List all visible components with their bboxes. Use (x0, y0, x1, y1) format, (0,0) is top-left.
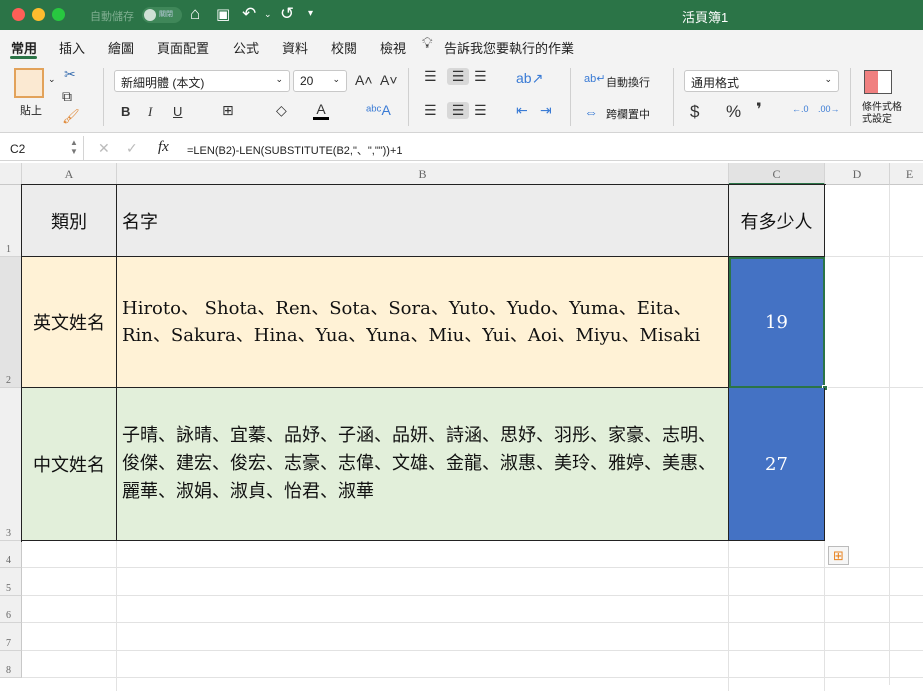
title-bar: 自動儲存 關閉 ⌂ ▣ ↶ ⌄ ↺ ▾ 活頁簿1 (0, 0, 923, 30)
enter-icon[interactable]: ✓ (126, 140, 138, 157)
cell-a2[interactable]: 英文姓名 (22, 257, 117, 388)
comma-style-button[interactable]: ❜ (756, 100, 762, 120)
cell-b3[interactable]: 子晴、詠晴、宜蓁、品妤、子涵、品妍、詩涵、思妤、羽彤、家豪、志明、俊傑、建宏、俊… (117, 388, 729, 541)
cell-a3[interactable]: 中文姓名 (22, 388, 117, 541)
spreadsheet-grid[interactable]: A B C D E 1 2 3 4 5 6 7 8 類別 名字 有多少人 英文姓… (0, 163, 923, 691)
redo-icon[interactable]: ↺ (280, 4, 294, 24)
tab-data[interactable]: 資料 (282, 38, 308, 57)
row-header-8[interactable]: 8 (0, 651, 22, 678)
cell-c1[interactable]: 有多少人 (729, 185, 825, 257)
ribbon-tabs: 常用 插入 繪圖 頁面配置 公式 資料 校閱 檢視 💡︎ 告訴我您要執行的作業 (0, 30, 923, 60)
lightbulb-icon: 💡︎ (422, 35, 433, 52)
increase-indent-icon[interactable]: ⇥ (540, 102, 552, 119)
maximize-window-button[interactable] (52, 8, 65, 21)
decrease-indent-icon[interactable]: ⇤ (516, 102, 528, 119)
tab-formulas[interactable]: 公式 (233, 38, 259, 57)
format-painter-icon[interactable]: 🖌︎ (62, 108, 80, 125)
underline-button[interactable]: U (173, 104, 182, 119)
cell-c3[interactable]: 27 (729, 388, 825, 541)
row-header-7[interactable]: 7 (0, 623, 22, 651)
increase-font-size-icon[interactable]: A˄ (355, 72, 373, 88)
ribbon: ⌄ 貼上 ✂ ⧉ 🖌︎ 新細明體 (本文) ⌄ 20 ⌄ A˄ A˅ B I U ⊞… (0, 60, 923, 133)
column-header-a[interactable]: A (22, 163, 117, 185)
tab-page-layout[interactable]: 頁面配置 (157, 38, 209, 57)
cancel-icon[interactable]: ✕ (98, 140, 110, 157)
insert-function-button[interactable]: fx (158, 139, 169, 156)
cut-icon[interactable]: ✂ (64, 66, 76, 83)
paste-icon[interactable] (14, 68, 44, 98)
autosave-toggle[interactable]: 關閉 (142, 7, 182, 23)
row-header-1[interactable]: 1 (0, 185, 22, 257)
column-header-c[interactable]: C (729, 163, 825, 185)
tab-draw[interactable]: 繪圖 (108, 38, 134, 57)
name-box[interactable]: C2 ▲ ▼ (0, 136, 84, 160)
row-header-2[interactable]: 2 (0, 257, 22, 388)
minimize-window-button[interactable] (32, 8, 45, 21)
font-color-icon[interactable]: A (313, 101, 329, 120)
undo-icon[interactable]: ↶ (242, 4, 256, 24)
align-center-icon[interactable]: ☰ (447, 102, 469, 119)
align-bottom-icon[interactable]: ☰ (474, 68, 487, 85)
font-size-select[interactable]: 20 ⌄ (293, 70, 347, 92)
align-middle-icon[interactable]: ☰ (447, 68, 469, 85)
tab-view[interactable]: 檢視 (380, 38, 406, 57)
decrease-font-size-icon[interactable]: A˅ (380, 72, 398, 88)
merge-center-button[interactable]: 跨欄置中 (606, 106, 650, 122)
customize-toolbar-icon[interactable]: ▾ (308, 8, 313, 19)
row-header-5[interactable]: 5 (0, 568, 22, 596)
autosave-label: 自動儲存 (90, 11, 134, 23)
number-format-select[interactable]: 通用格式 ⌄ (684, 70, 839, 92)
wrap-text-icon[interactable]: ab↵ (584, 72, 605, 85)
orientation-icon[interactable]: ab↗ (516, 70, 543, 87)
row-header-3[interactable]: 3 (0, 388, 22, 541)
undo-dropdown-icon[interactable]: ⌄ (264, 9, 272, 20)
close-window-button[interactable] (12, 8, 25, 21)
formula-input[interactable]: =LEN(B2)-LEN(SUBSTITUTE(B2,"、",""))+1 (187, 142, 403, 158)
cell-b1[interactable]: 名字 (117, 185, 729, 257)
align-right-icon[interactable]: ☰ (474, 102, 487, 119)
borders-icon[interactable]: ⊞ (222, 102, 234, 119)
fill-color-icon[interactable]: ◇ (276, 102, 287, 119)
active-tab-indicator (10, 56, 37, 59)
percent-button[interactable]: % (726, 102, 741, 122)
row-header-4[interactable]: 4 (0, 541, 22, 568)
decrease-decimal-icon[interactable]: .00→ (818, 104, 840, 114)
wrap-text-button[interactable]: 自動換行 (606, 74, 650, 90)
tab-review[interactable]: 校閱 (331, 38, 357, 57)
conditional-formatting-button[interactable]: 條件式格式設定 (862, 102, 908, 126)
text-effects-icon[interactable]: ᵃᵇᶜA (366, 102, 391, 118)
tab-insert[interactable]: 插入 (59, 38, 85, 57)
column-header-b[interactable]: B (117, 163, 729, 185)
formula-bar: C2 ▲ ▼ ✕ ✓ fx =LEN(B2)-LEN(SUBSTITUTE(B2,… (0, 136, 923, 161)
select-all-button[interactable] (0, 163, 22, 185)
cell-a1[interactable]: 類別 (22, 185, 117, 257)
bold-button[interactable]: B (121, 104, 130, 119)
save-icon[interactable]: ▣ (216, 5, 230, 23)
cell-c2[interactable]: 19 (729, 257, 825, 388)
cell-b2[interactable]: Hiroto、 Shota、Ren、Sota、Sora、Yuto、Yudo、Yu… (117, 257, 729, 388)
paste-label[interactable]: 貼上 (20, 102, 42, 118)
conditional-formatting-icon[interactable] (864, 70, 892, 94)
italic-button[interactable]: I (148, 104, 152, 120)
tab-home[interactable]: 常用 (11, 38, 37, 57)
quick-analysis-icon[interactable]: ⊞ (828, 546, 849, 565)
currency-button[interactable]: $ (690, 102, 699, 122)
tell-me-search[interactable]: 告訴我您要執行的作業 (444, 38, 574, 57)
align-top-icon[interactable]: ☰ (424, 68, 437, 85)
copy-icon[interactable]: ⧉ (62, 88, 72, 105)
workbook-title: 活頁簿1 (682, 10, 729, 25)
increase-decimal-icon[interactable]: ←.0 (792, 104, 809, 114)
column-header-d[interactable]: D (825, 163, 890, 185)
align-left-icon[interactable]: ☰ (424, 102, 437, 119)
font-name-select[interactable]: 新細明體 (本文) ⌄ (114, 70, 290, 92)
column-header-e[interactable]: E (890, 163, 923, 185)
row-header-6[interactable]: 6 (0, 596, 22, 623)
paste-dropdown-icon[interactable]: ⌄ (48, 74, 56, 85)
merge-center-icon[interactable]: ⇔ (584, 104, 598, 120)
home-icon[interactable]: ⌂ (190, 4, 200, 24)
